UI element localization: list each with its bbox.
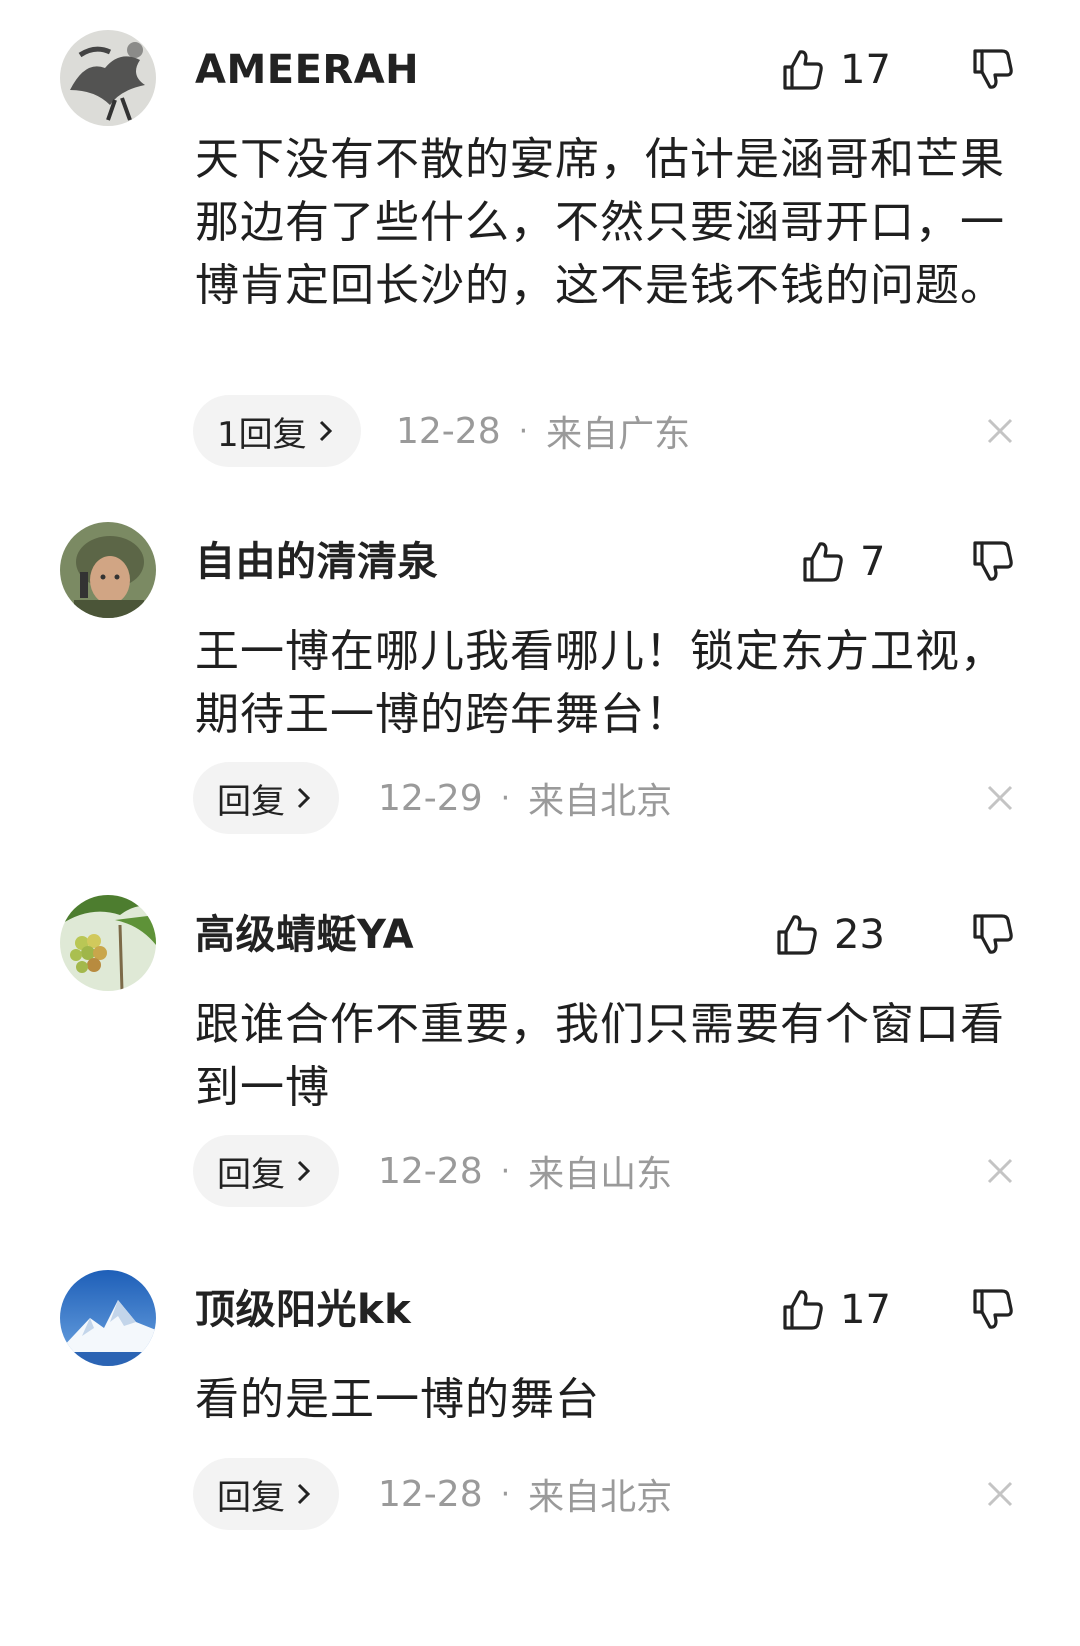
chevron-right-icon	[297, 1160, 311, 1182]
reply-label: 回复	[217, 781, 285, 822]
like-button[interactable]: 7	[800, 536, 885, 588]
comment-location: 来自北京	[528, 1477, 673, 1518]
comment-location: 来自北京	[528, 781, 673, 822]
comment-date: 12-28	[378, 1150, 483, 1192]
comment-date: 12-28	[378, 1473, 483, 1515]
comment-date: 12-29	[378, 777, 483, 819]
username[interactable]: 高级蜻蜓YA	[195, 911, 414, 959]
thumbs-down-icon[interactable]	[970, 538, 1016, 584]
reply-button[interactable]: 回复	[193, 762, 339, 834]
like-button[interactable]: 17	[780, 44, 891, 96]
thumbs-up-icon	[783, 50, 823, 90]
comment-text: 跟谁合作不重要，我们只需要有个窗口看到一博	[195, 999, 1005, 1113]
comment-meta: 1回复 12-28 · 来自广东	[193, 395, 1033, 467]
reply-label: 回复	[217, 1154, 285, 1195]
separator-dot: ·	[518, 413, 529, 449]
close-icon[interactable]	[985, 1479, 1015, 1509]
chevron-right-icon	[297, 787, 311, 809]
avatar[interactable]	[60, 895, 156, 991]
comment-meta: 回复 12-28 · 来自北京	[193, 1458, 1033, 1530]
person-in-helmet-avatar	[60, 522, 156, 618]
grapes-vine-avatar	[60, 895, 156, 991]
thumbs-up-icon	[777, 915, 817, 955]
separator-dot: ·	[500, 780, 511, 816]
reply-button[interactable]: 回复	[193, 1458, 339, 1530]
date-location: 12-28 · 来自山东	[378, 1135, 672, 1207]
like-count: 17	[840, 47, 891, 93]
comment-date: 12-28	[396, 410, 501, 452]
date-location: 12-28 · 来自广东	[396, 395, 690, 467]
comment-location: 来自广东	[546, 414, 691, 455]
reply-label: 1回复	[217, 414, 307, 455]
reply-button[interactable]: 回复	[193, 1135, 339, 1207]
like-count: 23	[834, 912, 885, 958]
thumbs-up-icon	[803, 542, 843, 582]
avatar[interactable]	[60, 522, 156, 618]
date-location: 12-28 · 来自北京	[378, 1458, 672, 1530]
thumbs-up-icon	[783, 1290, 823, 1330]
comment-text: 王一博在哪儿我看哪儿！锁定东方卫视，期待王一博的跨年舞台！	[195, 626, 1005, 740]
chevron-right-icon	[297, 1483, 311, 1505]
thumbs-down-icon[interactable]	[970, 1286, 1016, 1332]
comment-text: 看的是王一博的舞台	[195, 1374, 600, 1425]
like-button[interactable]: 17	[780, 1284, 891, 1336]
thumbs-down-icon[interactable]	[970, 46, 1016, 92]
comment-meta: 回复 12-28 · 来自山东	[193, 1135, 1033, 1207]
reply-button[interactable]: 1回复	[193, 395, 361, 467]
avatar[interactable]	[60, 1270, 156, 1366]
comment-meta: 回复 12-29 · 来自北京	[193, 762, 1033, 834]
like-count: 7	[860, 539, 886, 585]
close-icon[interactable]	[985, 416, 1015, 446]
username[interactable]: 顶级阳光kk	[195, 1286, 411, 1334]
close-icon[interactable]	[985, 1156, 1015, 1186]
username[interactable]: AMEERAH	[195, 46, 419, 94]
thumbs-down-icon[interactable]	[970, 911, 1016, 957]
date-location: 12-29 · 来自北京	[378, 762, 672, 834]
like-button[interactable]: 23	[774, 909, 885, 961]
comment-list: AMEERAH 17 天下没有不散的宴席，估计是涵哥和芒果那边有了些什么，不然只…	[0, 0, 1080, 1646]
chevron-right-icon	[319, 420, 332, 442]
separator-dot: ·	[500, 1476, 511, 1512]
separator-dot: ·	[500, 1153, 511, 1189]
close-icon[interactable]	[985, 783, 1015, 813]
reply-label: 回复	[217, 1477, 285, 1518]
like-count: 17	[840, 1287, 891, 1333]
comment-location: 来自山东	[528, 1154, 673, 1195]
avatar[interactable]	[60, 30, 156, 126]
ink-horse-painting-avatar	[60, 30, 156, 126]
comment-text: 天下没有不散的宴席，估计是涵哥和芒果那边有了些什么，不然只要涵哥开口，一博肯定回…	[195, 134, 1005, 311]
username[interactable]: 自由的清清泉	[195, 538, 438, 586]
snow-mountain-avatar	[60, 1270, 156, 1366]
